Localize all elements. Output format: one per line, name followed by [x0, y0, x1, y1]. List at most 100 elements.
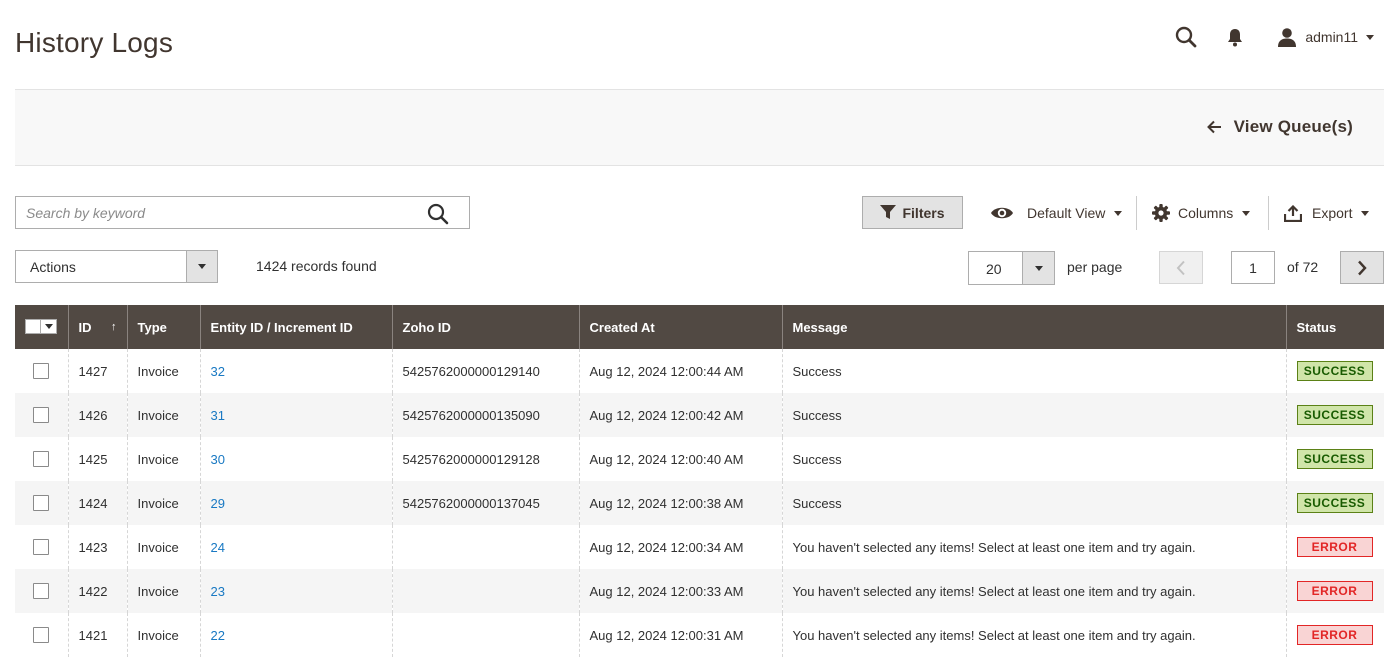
entity-id-link[interactable]: 22 [211, 628, 225, 643]
cell-message: You haven't selected any items! Select a… [781, 525, 1286, 569]
eye-icon [991, 207, 1013, 219]
chevron-right-icon [1358, 260, 1367, 275]
mass-actions-select[interactable]: Actions [15, 250, 218, 283]
cell-created-at: Aug 12, 2024 12:00:44 AM [578, 349, 782, 393]
cell-zoho-id: 5425762000000135090 [391, 393, 579, 437]
row-checkbox[interactable] [33, 583, 49, 600]
cell-type: Invoice [126, 569, 200, 613]
cell-type: Invoice [126, 349, 200, 393]
search-icon [427, 203, 449, 225]
history-logs-grid: ID ↑ Type Entity ID / Increment ID Zoho … [15, 305, 1384, 657]
cell-type: Invoice [126, 437, 200, 481]
table-row: 1424 Invoice 29 5425762000000137045 Aug … [15, 481, 1384, 525]
cell-created-at: Aug 12, 2024 12:00:33 AM [578, 569, 782, 613]
cell-zoho-id [391, 525, 579, 569]
previous-page-button[interactable] [1159, 251, 1203, 284]
grid-header-row: ID ↑ Type Entity ID / Increment ID Zoho … [15, 305, 1384, 349]
cell-id: 1423 [67, 525, 127, 569]
records-count: 1424 records found [256, 258, 377, 274]
toolbar-divider [1268, 196, 1269, 230]
entity-id-link[interactable]: 30 [211, 452, 225, 467]
header-actions: admin11 [1175, 26, 1374, 48]
cell-zoho-id [391, 613, 579, 657]
filters-button[interactable]: Filters [862, 196, 963, 229]
table-row: 1422 Invoice 23 Aug 12, 2024 12:00:33 AM… [15, 569, 1384, 613]
bell-icon [1228, 29, 1243, 47]
cell-message: You haven't selected any items! Select a… [781, 569, 1286, 613]
row-checkbox[interactable] [33, 363, 49, 380]
row-checkbox[interactable] [33, 539, 49, 556]
search-submit-button[interactable] [427, 203, 449, 230]
mass-select-header [15, 305, 68, 349]
table-row: 1423 Invoice 24 Aug 12, 2024 12:00:34 AM… [15, 525, 1384, 569]
columns-dropdown[interactable]: Columns [1152, 200, 1251, 226]
filters-label: Filters [902, 204, 945, 221]
cell-id: 1422 [67, 569, 127, 613]
entity-id-link[interactable]: 29 [211, 496, 225, 511]
per-page-select[interactable]: 20 [968, 251, 1055, 285]
column-header-created-at[interactable]: Created At [578, 305, 782, 349]
chevron-down-icon [1361, 210, 1370, 216]
next-page-button[interactable] [1340, 251, 1384, 284]
table-row: 1421 Invoice 22 Aug 12, 2024 12:00:31 AM… [15, 613, 1384, 657]
export-dropdown[interactable]: Export [1284, 200, 1370, 226]
cell-message: Success [781, 481, 1286, 525]
status-badge: SUCCESS [1296, 493, 1373, 513]
entity-id-link[interactable]: 31 [211, 408, 225, 423]
chevron-down-icon [198, 264, 206, 269]
view-queues-button[interactable]: View Queue(s) [1206, 117, 1353, 137]
cell-id: 1421 [67, 613, 127, 657]
column-header-entity-id[interactable]: Entity ID / Increment ID [199, 305, 392, 349]
actions-dropdown-toggle[interactable] [186, 251, 217, 282]
default-view-label: Default View [1027, 205, 1106, 221]
cell-type: Invoice [126, 613, 200, 657]
per-page-toggle[interactable] [1022, 252, 1054, 284]
status-badge: ERROR [1296, 625, 1373, 645]
status-badge: ERROR [1296, 537, 1373, 557]
cell-type: Invoice [126, 393, 200, 437]
row-checkbox[interactable] [33, 407, 49, 424]
row-checkbox[interactable] [33, 451, 49, 468]
search-input[interactable] [16, 197, 416, 228]
entity-id-link[interactable]: 23 [211, 584, 225, 599]
column-header-zoho-id[interactable]: Zoho ID [391, 305, 579, 349]
per-page-value: 20 [986, 261, 1002, 277]
chevron-down-icon [1114, 210, 1123, 216]
row-checkbox[interactable] [33, 627, 49, 644]
column-header-message[interactable]: Message [781, 305, 1286, 349]
entity-id-link[interactable]: 32 [211, 364, 225, 379]
entity-id-link[interactable]: 24 [211, 540, 225, 555]
status-badge: ERROR [1296, 581, 1373, 601]
current-page-input[interactable] [1231, 251, 1275, 284]
default-view-dropdown[interactable]: Default View [990, 200, 1123, 226]
toolbar-divider [1136, 196, 1137, 230]
cell-created-at: Aug 12, 2024 12:00:34 AM [578, 525, 782, 569]
status-badge: SUCCESS [1296, 405, 1373, 425]
cell-id: 1427 [67, 349, 127, 393]
cell-message: You haven't selected any items! Select a… [781, 613, 1286, 657]
cell-type: Invoice [126, 481, 200, 525]
chevron-down-icon [1366, 34, 1374, 40]
column-header-type[interactable]: Type [126, 305, 200, 349]
row-checkbox[interactable] [33, 495, 49, 512]
column-header-id-label: ID [78, 319, 92, 335]
keyword-search [15, 196, 470, 229]
column-header-status[interactable]: Status [1285, 305, 1384, 349]
cell-zoho-id: 5425762000000137045 [391, 481, 579, 525]
cell-id: 1425 [67, 437, 127, 481]
mass-actions-label: Actions [30, 259, 76, 275]
view-queues-label: View Queue(s) [1233, 117, 1353, 136]
mass-select-checkbox[interactable] [25, 318, 57, 334]
global-search-button[interactable] [1175, 26, 1197, 48]
user-menu[interactable]: admin11 [1277, 27, 1374, 47]
per-page-label: per page [1067, 259, 1123, 275]
cell-created-at: Aug 12, 2024 12:00:38 AM [578, 481, 782, 525]
cell-message: Success [781, 393, 1286, 437]
user-icon [1278, 28, 1297, 47]
page-header: History Logs admin11 [0, 0, 1398, 90]
cell-type: Invoice [126, 525, 200, 569]
column-header-id[interactable]: ID ↑ [67, 305, 127, 349]
notifications-button[interactable] [1227, 27, 1243, 47]
table-row: 1426 Invoice 31 5425762000000135090 Aug … [15, 393, 1384, 437]
page-title: History Logs [15, 27, 174, 58]
